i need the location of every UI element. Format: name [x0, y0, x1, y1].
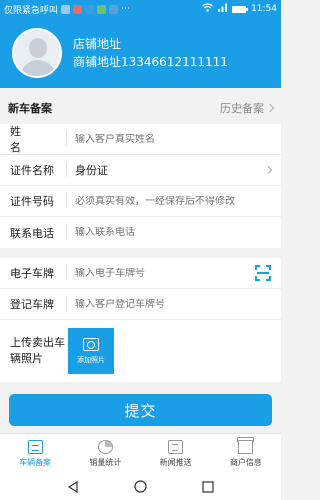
- back-icon[interactable]: [67, 478, 79, 497]
- history-records-link[interactable]: 历史备案: [220, 100, 275, 116]
- chevron-right-icon: [263, 165, 273, 175]
- wifi-icon: [202, 3, 213, 15]
- avatar[interactable]: [12, 28, 62, 78]
- signal-icon: [218, 3, 228, 15]
- phone-label: 联系电话: [10, 226, 54, 240]
- submit-button[interactable]: 提交: [9, 394, 272, 426]
- tab-vehicle-registration[interactable]: 车辆备案: [0, 434, 70, 474]
- tab-news-push[interactable]: 新闻推送: [141, 434, 211, 474]
- notification-icon: [85, 4, 95, 14]
- photo-upload-row: 上传卖出车辆照片 添加照片: [0, 320, 281, 382]
- system-navigation-bar: [0, 474, 281, 500]
- id-number-input[interactable]: [75, 195, 281, 207]
- home-icon[interactable]: [134, 478, 147, 497]
- notification-icon: [61, 4, 71, 14]
- notification-icon: [97, 4, 107, 14]
- phone-row: 联系电话: [0, 217, 281, 248]
- id-type-row[interactable]: 证件名称 身份证: [0, 155, 281, 186]
- tab-label: 车辆备案: [19, 458, 52, 467]
- e-plate-label: 电子车牌: [10, 267, 54, 280]
- notification-icon: [109, 4, 119, 14]
- notification-icon: [73, 4, 83, 14]
- e-plate-row: 电子车牌: [0, 258, 281, 289]
- tab-merchant-info[interactable]: 商户信息: [211, 434, 281, 474]
- scan-icon[interactable]: [255, 265, 271, 281]
- camera-icon: [83, 337, 99, 351]
- status-bar: 仅限紧急呼叫 ⋯ 11:54: [0, 0, 281, 18]
- recent-apps-icon[interactable]: [202, 478, 214, 497]
- shop-header: 店铺地址 商铺地址13346612111111: [0, 18, 281, 88]
- reg-plate-input[interactable]: [75, 298, 281, 310]
- status-carrier-text: 仅限紧急呼叫: [4, 5, 59, 16]
- reg-plate-label: 登记车牌: [10, 298, 54, 311]
- section-header: 新车备案 历史备案: [0, 95, 281, 121]
- tab-label: 商户信息: [229, 458, 262, 467]
- more-icon: ⋯: [121, 4, 131, 14]
- name-input[interactable]: [75, 133, 281, 145]
- name-row: 姓 名: [0, 124, 281, 155]
- id-type-value: 身份证: [75, 164, 108, 177]
- tab-label: 销量统计: [89, 458, 122, 467]
- status-time: 11:54: [251, 4, 277, 14]
- phone-input[interactable]: [75, 227, 281, 238]
- photo-upload-label: 上传卖出车辆照片: [10, 336, 65, 365]
- document-icon: [27, 440, 43, 454]
- tab-sales-stats[interactable]: 销量统计: [70, 434, 140, 474]
- tab-label: 新闻推送: [159, 458, 192, 467]
- reg-plate-row: 登记车牌: [0, 289, 281, 320]
- id-number-label: 证件号码: [10, 195, 54, 208]
- shop-icon: [237, 437, 255, 454]
- vehicle-info-card: 电子车牌 登记车牌 上传卖出车辆照片 添加照片: [0, 258, 281, 382]
- battery-icon: [232, 5, 249, 13]
- shop-address: 商铺地址13346612111111: [73, 55, 228, 69]
- add-photo-button[interactable]: 添加照片: [68, 328, 114, 374]
- id-number-row: 证件号码: [0, 186, 281, 217]
- customer-info-card: 姓 名 证件名称 身份证 证件号码 联系电话: [0, 124, 281, 248]
- name-label: 姓 名: [10, 125, 39, 154]
- bottom-tab-bar: 车辆备案 销量统计 新闻推送 商户信息: [0, 433, 281, 474]
- pie-chart-icon: [97, 440, 113, 454]
- news-icon: [168, 440, 184, 454]
- chevron-right-icon: [265, 103, 275, 113]
- section-title: 新车备案: [8, 102, 52, 115]
- shop-name: 店铺地址: [73, 37, 122, 51]
- e-plate-input[interactable]: [75, 267, 255, 279]
- add-photo-label: 添加照片: [77, 355, 105, 364]
- id-type-label: 证件名称: [10, 164, 54, 177]
- history-records-label: 历史备案: [220, 102, 264, 115]
